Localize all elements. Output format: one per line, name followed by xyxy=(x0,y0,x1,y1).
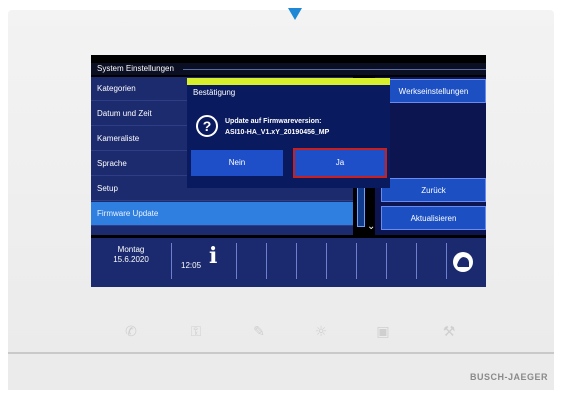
back-button[interactable]: Zurück xyxy=(381,178,486,202)
phone-icon[interactable]: ✆ xyxy=(120,321,142,343)
dialog-message: Update auf Firmwareversion: ASI10-HA_V1.… xyxy=(225,116,329,138)
key-icon[interactable]: ⚿ xyxy=(185,321,207,343)
status-divider xyxy=(171,243,172,279)
info-icon[interactable]: i xyxy=(209,243,217,269)
status-divider xyxy=(416,243,417,279)
status-date: Montag 15.6.2020 xyxy=(91,245,171,265)
mute-icon[interactable]: ✎ xyxy=(248,321,270,343)
factory-reset-button[interactable]: Werkseinstellungen xyxy=(381,79,486,103)
status-date-value: 15.6.2020 xyxy=(113,255,149,264)
status-divider xyxy=(386,243,387,279)
dialog-message-line2: ASI10-HA_V1.xY_20190456_MP xyxy=(225,129,330,136)
device-buttons: ✆ ⚿ ✎ ☼ ▣ ⚒ xyxy=(80,321,480,343)
dialog-message-line1: Update auf Firmwareversion: xyxy=(225,118,322,125)
status-divider xyxy=(296,243,297,279)
screen: System Einstellungen Kategorien Datum un… xyxy=(91,55,486,287)
camera-icon[interactable]: ▣ xyxy=(372,321,394,343)
status-divider xyxy=(446,243,447,279)
yes-button[interactable]: Ja xyxy=(293,148,387,178)
wrench-icon[interactable]: ⚒ xyxy=(438,321,460,343)
question-icon: ? xyxy=(196,115,218,137)
status-time: 12:05 xyxy=(181,261,202,270)
brand-logo: BUSCH-JAEGER xyxy=(469,372,548,382)
dialog-title: Bestätigung xyxy=(193,88,236,97)
pointer-arrow-icon xyxy=(288,8,302,20)
screen-title: System Einstellungen xyxy=(91,63,486,75)
hand-icon[interactable] xyxy=(449,251,477,273)
status-divider xyxy=(356,243,357,279)
refresh-button[interactable]: Aktualisieren xyxy=(381,206,486,230)
status-divider xyxy=(236,243,237,279)
light-icon[interactable]: ☼ xyxy=(310,321,332,343)
status-divider xyxy=(326,243,327,279)
status-divider xyxy=(266,243,267,279)
menu-item-firmware-update[interactable]: Firmware Update xyxy=(91,202,353,226)
device-bottom-bar xyxy=(8,352,554,390)
status-day: Montag xyxy=(117,245,145,254)
no-button[interactable]: Nein xyxy=(191,150,283,176)
confirm-dialog: Bestätigung ? Update auf Firmwareversion… xyxy=(187,78,390,188)
dialog-header xyxy=(187,78,390,85)
